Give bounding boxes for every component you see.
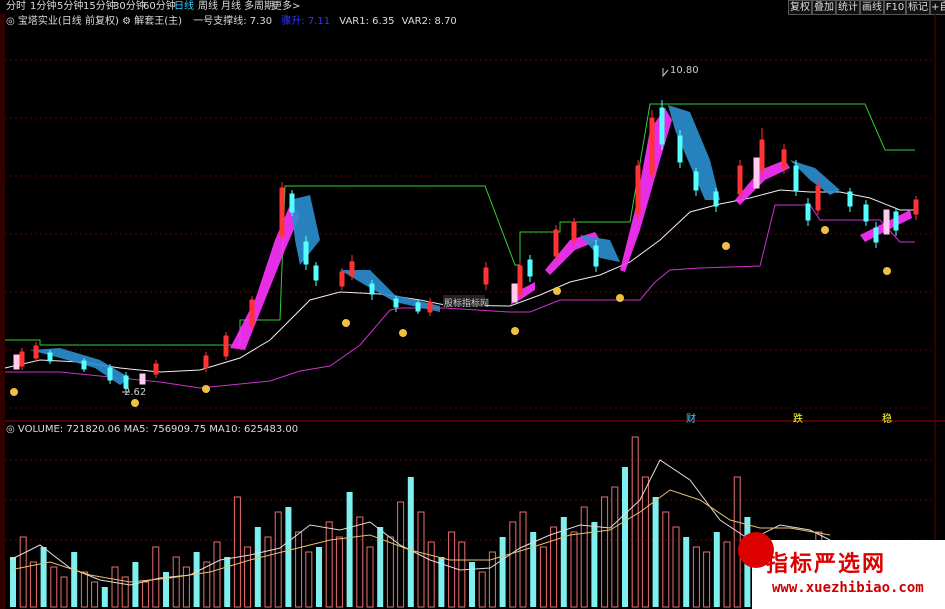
volume-toggle-icon[interactable]: ◎ [6,424,18,435]
volume-bar [213,541,221,608]
volume-bar [641,476,649,608]
volume-bar [703,551,711,608]
volume-bar [580,506,588,608]
volume-bar [550,526,558,608]
volume-bar [203,561,211,608]
volume-bar [499,537,506,607]
high-marker-line [662,68,669,78]
volume-bar [29,561,37,608]
volume-bar [366,546,374,608]
var2-value: VAR2: 8.70 [401,16,457,27]
support-label: 一号支撑线: [193,16,247,27]
watermark-title: 指标严选网 [766,552,887,577]
die-marker: 跌 [793,414,803,425]
volume-bar [71,552,78,607]
volume-ma5: MA5: 756909.75 [123,424,207,435]
volume-bar [295,531,303,608]
volume-bar [111,566,119,608]
high-price-label: 10.80 [670,65,699,76]
volume-bar [601,496,609,608]
volume-info-bar: ◎ VOLUME: 721820.06 MA5: 756909.75 MA10:… [6,424,298,436]
volume-bar [101,587,108,607]
volume-bar [692,546,700,608]
volume-bar [335,536,343,608]
volume-bar [683,537,690,607]
volume-bar [50,566,58,608]
watermark-url: www.xuezhibiao.com [772,580,924,596]
volume-bar [713,532,720,607]
volume-bar [274,511,282,608]
volume-bar [662,511,670,608]
volume-bar [224,557,231,607]
volume-bar [316,547,322,607]
candles [13,100,919,392]
var1-value: VAR1: 6.35 [339,16,395,27]
wen-marker: 稳 [882,414,892,425]
volume-bar [723,541,731,608]
low-price-label: 2.62 [124,387,147,398]
volume-bar [182,566,190,608]
blue-ribbon-3 [580,235,620,262]
volume-bar [570,531,578,608]
volume-bar [80,571,88,608]
volume-bar [91,581,99,608]
volume-bar [254,527,261,607]
volume-bar [152,546,160,608]
blue-ribbon-5 [30,348,130,385]
volume-bar [672,526,680,608]
volume-bar [417,511,425,608]
volume-bar [591,522,598,607]
volume-bar [285,507,292,607]
magenta-ribbon-1 [230,205,300,350]
volume-bar [142,581,150,608]
volume-bar [427,541,435,608]
volume-bar [386,536,394,608]
volume-bar [622,467,628,607]
volume-bar [193,552,200,607]
volume-bar [611,486,619,608]
support-value: 7.30 [249,16,273,27]
second-value: 7.11 [307,16,331,27]
volume-bar [509,521,517,608]
volume-bar [448,531,456,608]
stock-title: 宝塔实业(日线 前复权) [17,16,119,27]
volume-bar [539,546,547,608]
volume-ma10: MA10: 625483.00 [209,424,299,435]
indicator-settings-icon[interactable]: ⚙ [122,16,134,27]
volume-bar [346,492,353,607]
volume-bar [407,477,414,607]
volume-bar [40,547,47,607]
blue-ribbon-6 [340,270,440,312]
site-watermark: 指标严选网 www.xuezhibiao.com [738,532,945,609]
chart-info-bar: ◎ 宝塔实业(日线 前复权) ⚙ 解套王(主) 一号支撑线: 7.30 骤升: … [6,16,457,28]
volume-bar [10,557,16,607]
volume-bar [264,536,272,608]
volume-bar [519,511,527,608]
volume-bar [325,521,333,608]
volume-bar [305,551,313,608]
volume-label: VOLUME: 721820.06 [17,424,121,435]
volume-bar [172,556,180,608]
volume-bar [397,501,405,608]
volume-bar [19,536,27,608]
volume-bar [631,436,639,608]
second-label: 骤升: [281,16,305,27]
volume-bar [478,571,486,608]
indicator-toggle-icon[interactable]: ◎ [6,16,18,27]
volume-bar [60,576,68,608]
center-watermark-text: 股标指标网 [444,299,490,309]
volume-bar [356,516,364,608]
cai-marker: 财 [686,414,696,425]
volume-bar [233,496,241,608]
indicator-name[interactable]: 解套王(主) [134,16,182,27]
volume-bar [652,497,659,607]
volume-bar [458,541,466,608]
